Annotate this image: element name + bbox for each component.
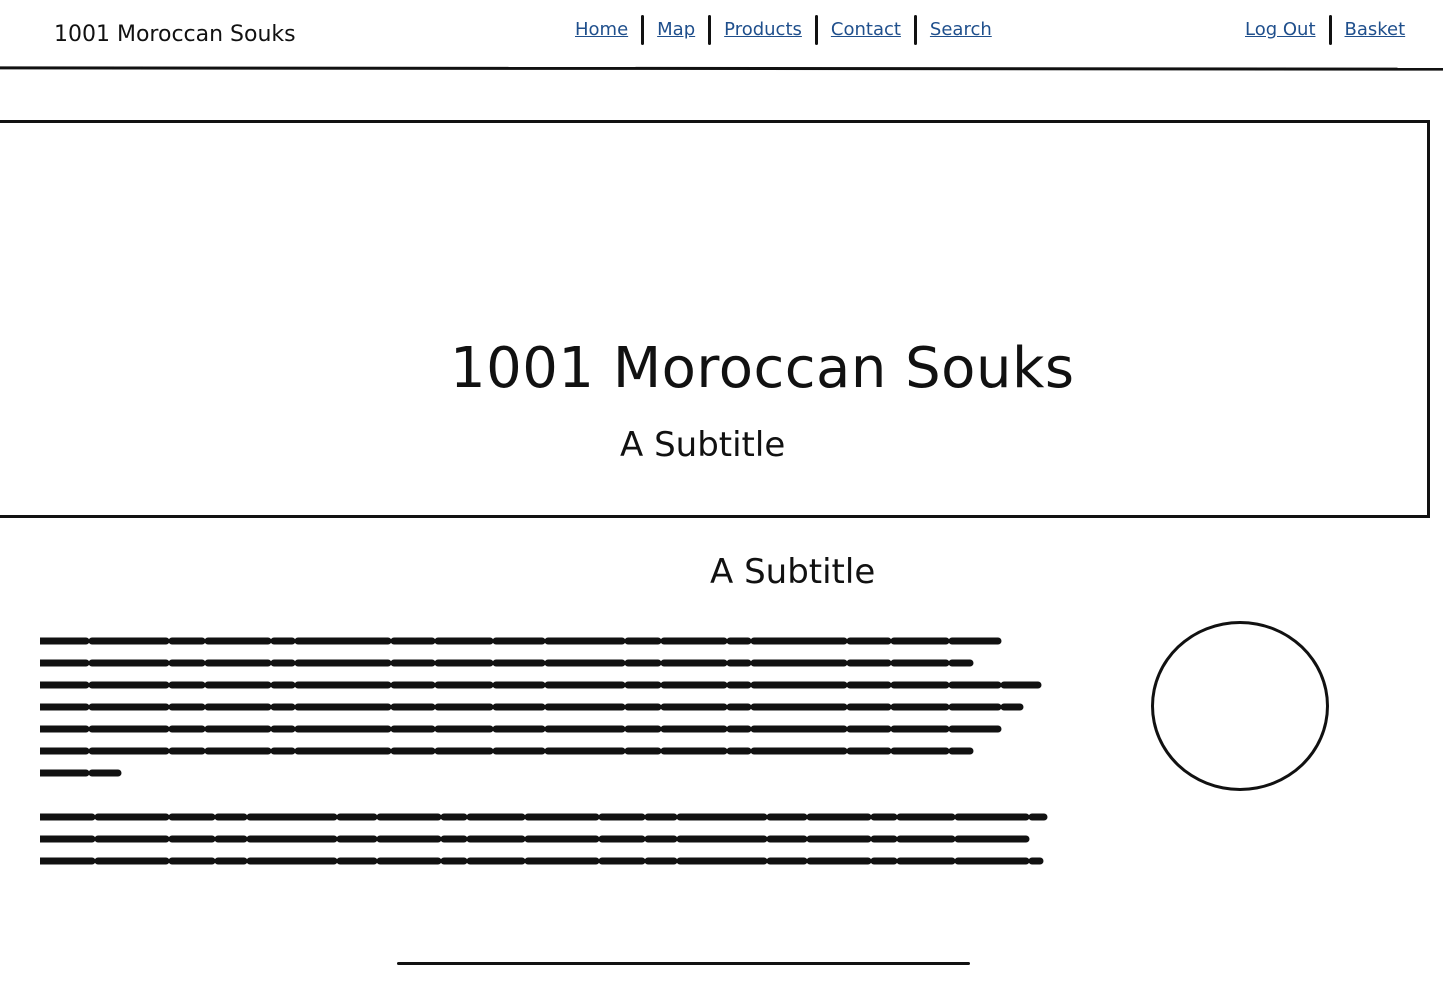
section-subtitle: A Subtitle xyxy=(710,552,876,592)
hero-subtitle: A Subtitle xyxy=(620,425,786,465)
basket-link[interactable]: Basket xyxy=(1332,14,1419,46)
site-brand[interactable]: 1001 Moroccan Souks xyxy=(54,22,296,47)
placeholder-paragraph-1 xyxy=(40,637,1042,777)
account-nav: Log Out Basket xyxy=(1232,14,1418,46)
placeholder-paragraph-2 xyxy=(40,813,1048,865)
logout-link[interactable]: Log Out xyxy=(1232,14,1329,46)
main-nav: Home Map Products Contact Search xyxy=(562,14,1005,46)
nav-search-link[interactable]: Search xyxy=(917,14,1005,46)
nav-home-link[interactable]: Home xyxy=(562,14,641,46)
nav-contact-link[interactable]: Contact xyxy=(818,14,914,46)
nav-map-link[interactable]: Map xyxy=(644,14,708,46)
hero-title: 1001 Moroccan Souks xyxy=(450,336,1075,401)
image-placeholder xyxy=(1151,621,1329,791)
site-header: 1001 Moroccan Souks Home Map Products Co… xyxy=(0,0,1443,70)
nav-products-link[interactable]: Products xyxy=(711,14,815,46)
footer-divider xyxy=(397,962,970,965)
